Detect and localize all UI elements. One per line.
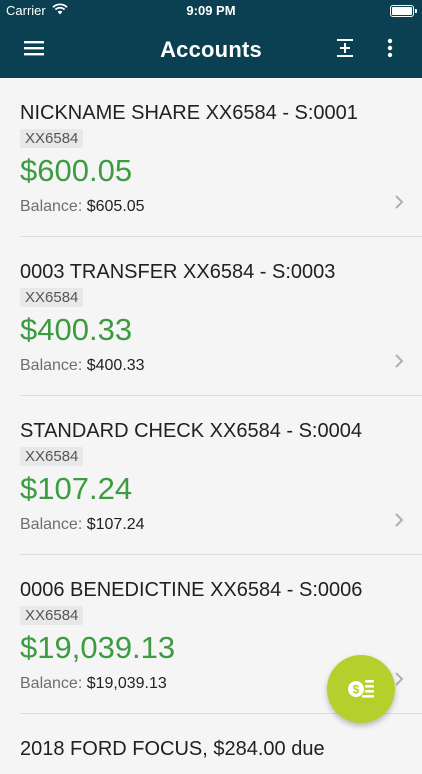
account-item[interactable]: 2018 FORD FOCUS, $284.00 due [0, 714, 422, 774]
balance-row: Balance: $400.33 [20, 357, 145, 375]
more-options-button[interactable] [376, 36, 404, 64]
svg-text:$: $ [353, 682, 360, 696]
app-bar: Accounts [0, 22, 422, 78]
account-item[interactable]: NICKNAME SHARE XX6584 - S:0001 XX6584 $6… [0, 78, 422, 237]
account-number-mask: XX6584 [20, 447, 84, 466]
account-number-mask: XX6584 [20, 129, 84, 148]
account-number-mask: XX6584 [20, 606, 84, 625]
account-number-mask: XX6584 [20, 288, 84, 307]
balance-value: $107.24 [86, 516, 145, 533]
balance-label: Balance: [20, 198, 83, 215]
balance-row: Balance: $107.24 [20, 516, 145, 534]
available-amount: $400.33 [20, 312, 133, 347]
chevron-right-icon [394, 194, 404, 215]
balance-value: $605.05 [86, 198, 145, 215]
account-name: 0003 TRANSFER XX6584 - S:0003 [20, 261, 336, 283]
available-amount: $600.05 [20, 153, 133, 188]
account-name: 0006 BENEDICTINE XX6584 - S:0006 [20, 579, 363, 601]
available-amount: $107.24 [20, 471, 133, 506]
available-amount: $19,039.13 [20, 630, 176, 665]
expand-collapse-icon [336, 38, 354, 63]
account-name: NICKNAME SHARE XX6584 - S:0001 [20, 102, 358, 124]
account-item[interactable]: STANDARD CHECK XX6584 - S:0004 XX6584 $1… [0, 396, 422, 555]
chevron-right-icon [394, 671, 404, 692]
status-bar: Carrier 9:09 PM [0, 0, 422, 22]
expand-collapse-button[interactable] [331, 36, 359, 64]
balance-label: Balance: [20, 675, 83, 692]
status-time: 9:09 PM [186, 3, 236, 18]
account-name: STANDARD CHECK XX6584 - S:0004 [20, 420, 362, 442]
money-transfer-icon: $ [346, 674, 376, 705]
account-item[interactable]: 0003 TRANSFER XX6584 - S:0003 XX6584 $40… [0, 237, 422, 396]
balance-value: $400.33 [86, 357, 145, 374]
balance-value: $19,039.13 [86, 675, 167, 692]
balance-label: Balance: [20, 516, 83, 533]
transfer-fab-button[interactable]: $ [327, 655, 395, 723]
chevron-right-icon [394, 512, 404, 533]
balance-label: Balance: [20, 357, 83, 374]
more-vertical-icon [387, 38, 393, 63]
balance-row: Balance: $19,039.13 [20, 675, 167, 693]
battery-icon [390, 5, 417, 17]
chevron-right-icon [394, 353, 404, 374]
balance-row: Balance: $605.05 [20, 198, 145, 216]
